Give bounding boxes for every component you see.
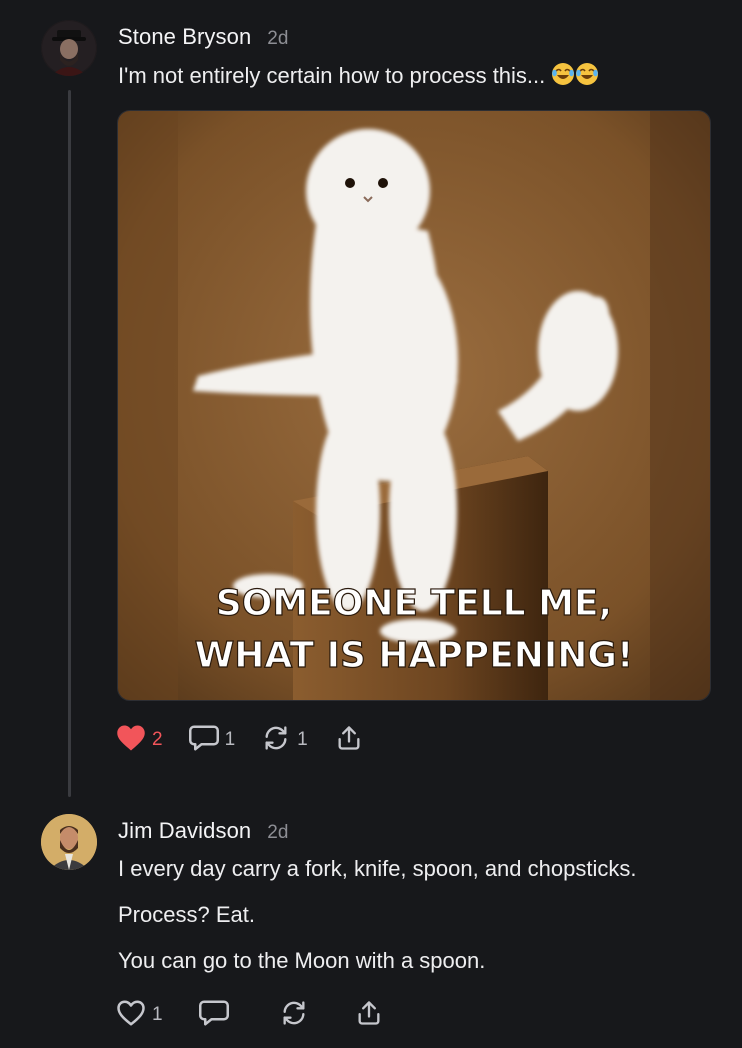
like-count: 2 (152, 729, 163, 750)
reply-button[interactable]: 1 (188, 724, 236, 757)
avatar[interactable] (41, 20, 97, 76)
heart-outline-icon (116, 999, 146, 1032)
media-caption-line-1: SOMEONE TELL ME, (216, 583, 612, 624)
repost-button[interactable] (279, 1000, 309, 1030)
speech-bubble-icon (188, 724, 219, 757)
share-button[interactable] (334, 725, 364, 755)
like-button[interactable]: 2 (116, 725, 163, 755)
post-text-line-1: I every day carry a fork, knife, spoon, … (118, 856, 637, 881)
post-media-gif[interactable]: SOMEONE TELL ME, WHAT IS HAPPENING! (117, 110, 711, 701)
post-text: I'm not entirely certain how to process … (118, 63, 546, 88)
reply-count: 1 (224, 729, 236, 750)
face-with-tears-of-joy-icon (551, 62, 575, 92)
timestamp: 2d (267, 822, 289, 843)
share-button[interactable] (354, 1000, 384, 1030)
repost-count: 1 (297, 729, 308, 750)
repost-icon (261, 724, 291, 757)
post-text-line-3: You can go to the Moon with a spoon. (118, 948, 486, 973)
like-count: 1 (152, 1004, 163, 1025)
post-text-row: I'm not entirely certain how to process … (118, 62, 599, 92)
heart-filled-icon (116, 724, 146, 757)
media-caption-line-2: WHAT IS HAPPENING! (195, 635, 634, 676)
avatar[interactable] (41, 814, 97, 870)
share-upload-icon (334, 724, 364, 757)
author-name[interactable]: Jim Davidson (118, 818, 251, 844)
speech-bubble-icon (198, 999, 229, 1032)
repost-button[interactable]: 1 (261, 725, 308, 755)
share-upload-icon (354, 999, 384, 1032)
post-actions: 1 (116, 1000, 410, 1030)
timestamp: 2d (267, 28, 289, 49)
author-name[interactable]: Stone Bryson (118, 24, 251, 50)
repost-icon (279, 999, 309, 1032)
post-actions: 2 1 1 (116, 725, 390, 755)
face-with-tears-of-joy-icon (575, 62, 599, 92)
post-text-line-2: Process? Eat. (118, 902, 255, 927)
like-button[interactable]: 1 (116, 1000, 163, 1030)
thread-line (68, 90, 71, 797)
reply-button[interactable] (198, 999, 229, 1032)
